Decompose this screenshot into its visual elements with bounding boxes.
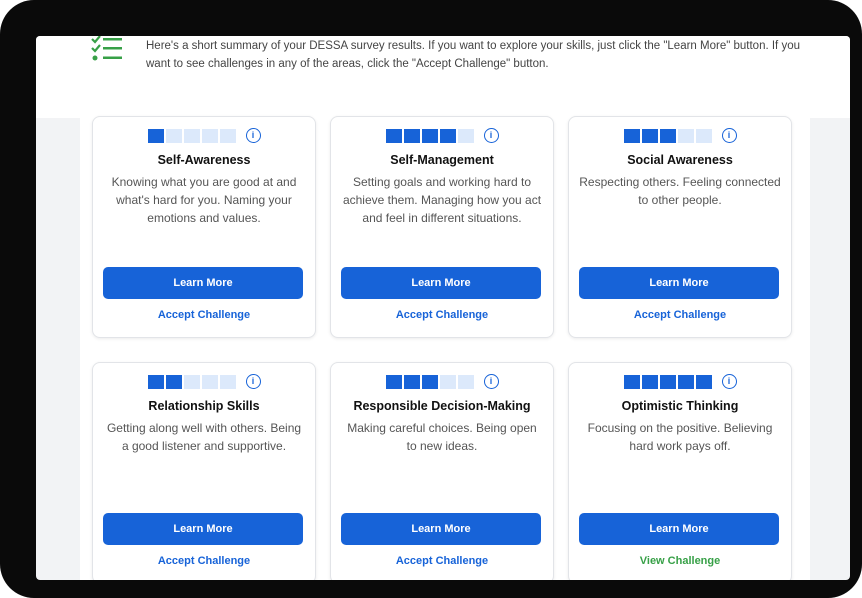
accept-challenge-link[interactable]: Accept Challenge <box>93 555 315 567</box>
skill-level-meter <box>147 374 238 389</box>
accept-challenge-link[interactable]: Accept Challenge <box>331 309 553 321</box>
meter-segment <box>659 374 676 389</box>
meter-segment <box>385 374 402 389</box>
card-description: Setting goals and working hard to achiev… <box>342 175 542 225</box>
accept-challenge-link[interactable]: Accept Challenge <box>331 555 553 567</box>
learn-more-button[interactable]: Learn More <box>103 513 303 545</box>
skill-card-self-management: i Self-Management Setting goals and work… <box>330 116 554 338</box>
intro-text: Here's a short summary of your DESSA sur… <box>146 40 800 70</box>
skill-level-meter <box>623 128 714 143</box>
meter-segment <box>147 374 164 389</box>
device-frame: Here's a short summary of your DESSA sur… <box>0 0 862 598</box>
meter-segment <box>421 128 438 143</box>
meter-segment <box>201 128 218 143</box>
meter-segment <box>659 128 676 143</box>
card-title: Self-Management <box>390 153 494 167</box>
meter-segment <box>641 374 658 389</box>
skill-meter-row: i <box>331 373 553 390</box>
skill-level-meter <box>623 374 714 389</box>
meter-segment <box>641 128 658 143</box>
meter-segment <box>165 374 182 389</box>
checklist-icon <box>91 36 122 61</box>
card-description: Making careful choices. Being open to ne… <box>347 421 537 453</box>
skill-card-social-awareness: i Social Awareness Respecting others. Fe… <box>568 116 792 338</box>
meter-segment <box>403 374 420 389</box>
meter-segment <box>677 374 694 389</box>
skill-meter-row: i <box>93 127 315 144</box>
card-description: Getting along well with others. Being a … <box>106 421 302 453</box>
meter-segment <box>677 128 694 143</box>
meter-segment <box>183 128 200 143</box>
card-title: Relationship Skills <box>148 399 260 413</box>
info-icon[interactable]: i <box>721 128 737 144</box>
intro-section: Here's a short summary of your DESSA sur… <box>90 36 800 106</box>
info-icon[interactable]: i <box>245 374 261 390</box>
meter-segment <box>403 128 420 143</box>
skill-level-meter <box>385 128 476 143</box>
skill-meter-row: i <box>331 127 553 144</box>
skill-meter-row: i <box>569 373 791 390</box>
learn-more-button[interactable]: Learn More <box>579 267 779 299</box>
learn-more-button[interactable]: Learn More <box>341 267 541 299</box>
skill-level-meter <box>385 374 476 389</box>
meter-segment <box>623 128 640 143</box>
card-title: Responsible Decision-Making <box>353 399 531 413</box>
info-icon[interactable]: i <box>245 128 261 144</box>
info-icon[interactable]: i <box>483 128 499 144</box>
meter-segment <box>439 374 456 389</box>
skill-card-relationship-skills: i Relationship Skills Getting along well… <box>92 362 316 580</box>
meter-segment <box>695 374 712 389</box>
meter-segment <box>457 128 474 143</box>
skill-meter-row: i <box>569 127 791 144</box>
meter-segment <box>695 128 712 143</box>
meter-segment <box>623 374 640 389</box>
meter-segment <box>457 374 474 389</box>
learn-more-button[interactable]: Learn More <box>579 513 779 545</box>
results-panel: Here's a short summary of your DESSA sur… <box>80 36 810 580</box>
card-description: Respecting others. Feeling connected to … <box>579 175 781 207</box>
card-description: Focusing on the positive. Believing hard… <box>587 421 773 453</box>
meter-segment <box>201 374 218 389</box>
info-icon[interactable]: i <box>483 374 499 390</box>
meter-segment <box>219 374 236 389</box>
skill-level-meter <box>147 128 238 143</box>
learn-more-button[interactable]: Learn More <box>103 267 303 299</box>
card-description: Knowing what you are good at and what's … <box>111 175 297 225</box>
app-screen: Here's a short summary of your DESSA sur… <box>36 36 850 580</box>
info-icon[interactable]: i <box>721 374 737 390</box>
card-title: Social Awareness <box>627 153 733 167</box>
learn-more-button[interactable]: Learn More <box>341 513 541 545</box>
meter-segment <box>219 128 236 143</box>
skill-card-self-awareness: i Self-Awareness Knowing what you are go… <box>92 116 316 338</box>
meter-segment <box>183 374 200 389</box>
skill-meter-row: i <box>93 373 315 390</box>
accept-challenge-link[interactable]: Accept Challenge <box>569 309 791 321</box>
meter-segment <box>385 128 402 143</box>
card-title: Optimistic Thinking <box>621 399 739 413</box>
accept-challenge-link[interactable]: Accept Challenge <box>93 309 315 321</box>
skill-card-optimistic-thinking: i Optimistic Thinking Focusing on the po… <box>568 362 792 580</box>
meter-segment <box>165 128 182 143</box>
view-challenge-link[interactable]: View Challenge <box>569 555 791 567</box>
meter-segment <box>439 128 456 143</box>
meter-segment <box>147 128 164 143</box>
skill-card-responsible-decision-making: i Responsible Decision-Making Making car… <box>330 362 554 580</box>
card-title: Self-Awareness <box>157 153 251 167</box>
meter-segment <box>421 374 438 389</box>
